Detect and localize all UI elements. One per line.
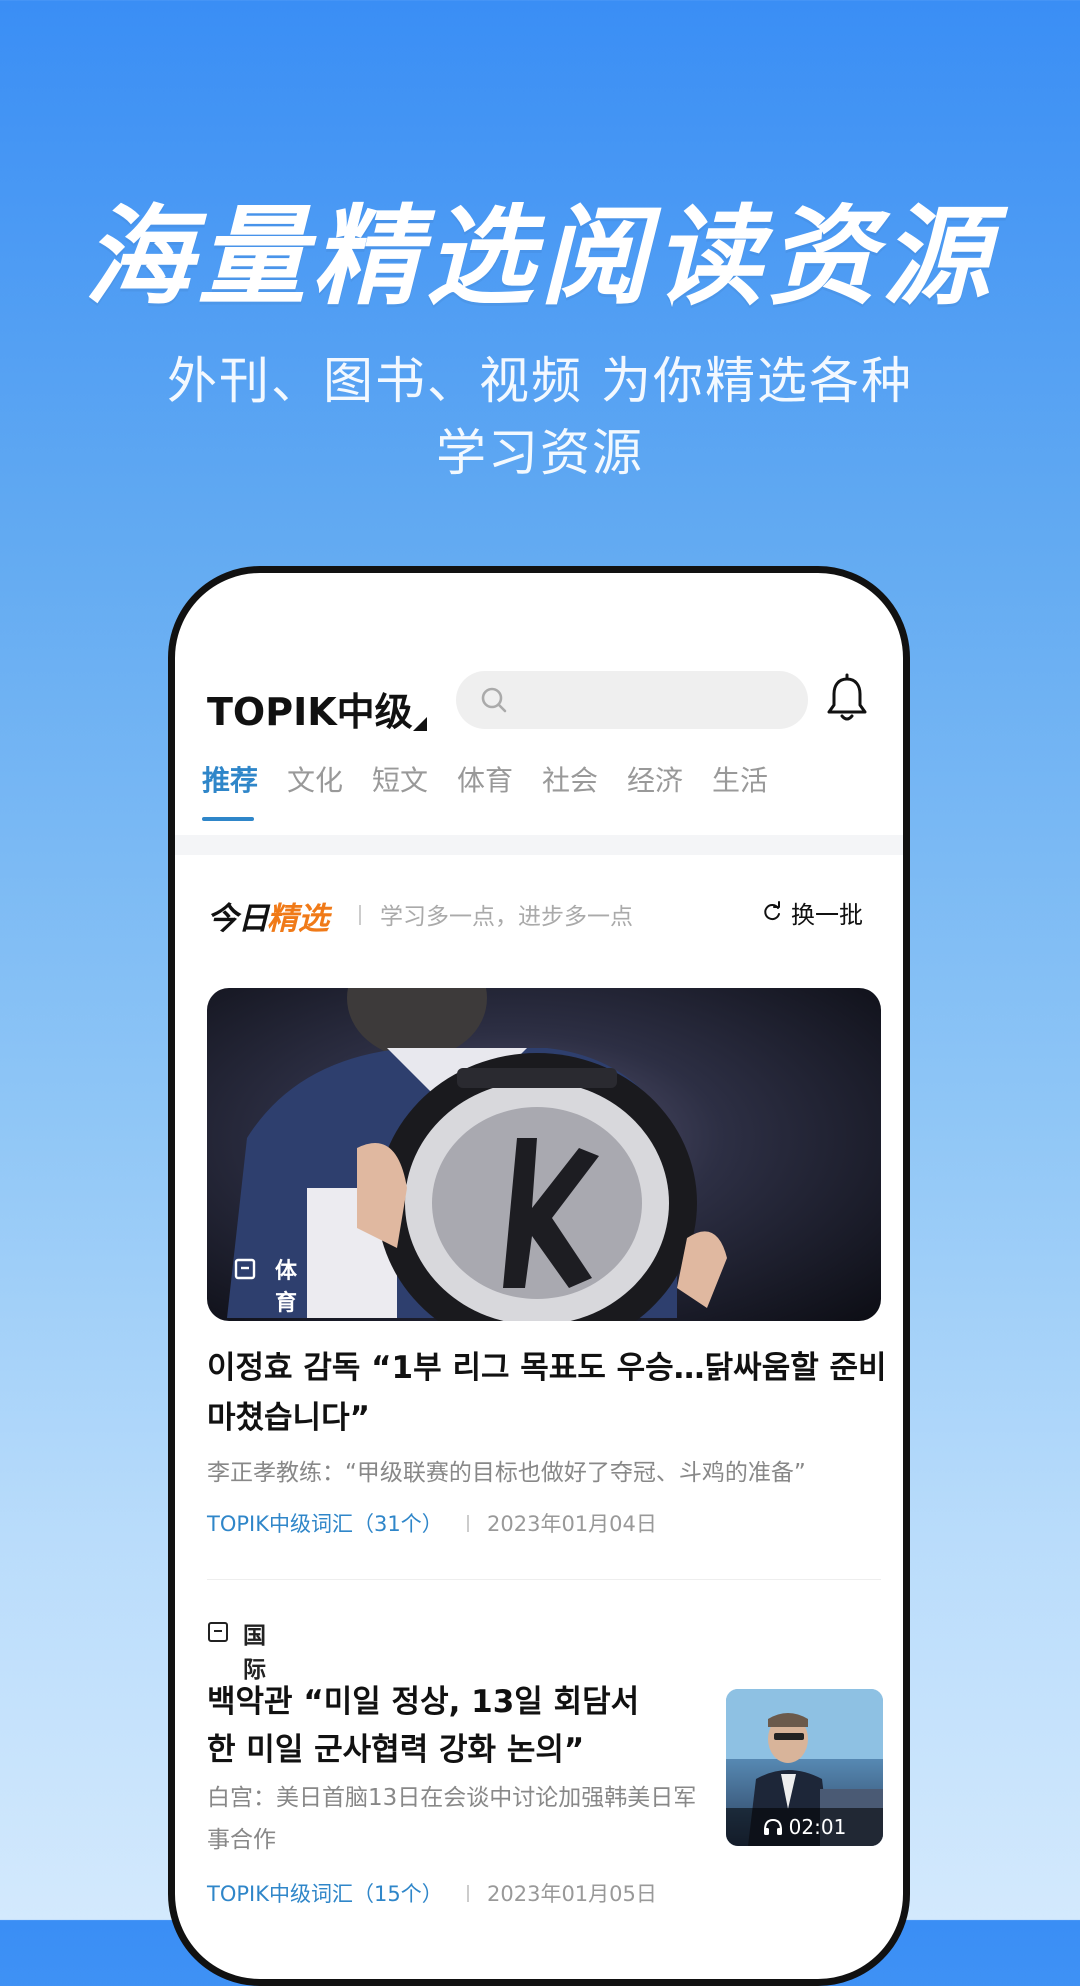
bookmark-icon <box>208 1622 228 1642</box>
picks-slogan: 学习多一点，进步多一点 <box>380 904 633 930</box>
level-selector[interactable]: TOPIK中级 <box>207 681 413 736</box>
todays-picks-header: 今日 精选 学习多一点，进步多一点 换一批 <box>175 893 903 943</box>
active-tab-indicator <box>202 817 254 821</box>
article-translation: 白宫：美日首脑13日在会谈中讨论加强韩美日军事合作 <box>207 1785 697 1853</box>
bookmark-icon <box>234 1258 256 1280</box>
video-duration-label: 02:01 <box>788 1815 847 1839</box>
vocab-count[interactable]: TOPIK中级词汇（31个） <box>207 1508 443 1538</box>
tab-recommend[interactable]: 推荐 <box>202 759 258 799</box>
vocab-count[interactable]: TOPIK中级词汇（15个） <box>207 1878 443 1908</box>
article-title[interactable]: 이정효 감독 “1부 리그 목표도 우승…닭싸움할 준비 마쳤습니다” <box>207 1343 887 1443</box>
category-label: 国际 <box>243 1623 266 1683</box>
promo-headline: 海量精选阅读资源 <box>83 195 996 320</box>
tab-culture[interactable]: 文化 <box>287 759 343 799</box>
video-thumbnail[interactable]: 02:01 <box>726 1689 883 1846</box>
section-divider <box>175 835 903 855</box>
featured-article-image[interactable]: 体育 <box>207 988 881 1321</box>
category-tabs: 推荐 文化 短文 体育 社会 经济 生活 <box>175 759 903 821</box>
picks-title-selected: 精选 <box>267 901 329 937</box>
article-title[interactable]: 백악관 “미일 정상, 13일 회담서 한 미일 군사협력 강화 논의” <box>207 1678 677 1774</box>
article-meta: TOPIK中级词汇（31个） 2023年01月04日 <box>207 1508 887 1538</box>
refresh-button[interactable]: 换一批 <box>761 895 871 931</box>
level-selector-label: TOPIK中级 <box>207 690 413 734</box>
promo-subline-line-1: 外刊、图书、视频 为你精选各种 <box>167 352 913 410</box>
bell-icon[interactable] <box>823 673 871 725</box>
promo-subline: 外刊、图书、视频 为你精选各种 学习资源 <box>0 345 1080 489</box>
list-divider <box>207 1579 881 1580</box>
article-date: 2023年01月05日 <box>487 1882 657 1906</box>
tab-life[interactable]: 生活 <box>712 759 768 799</box>
tab-economy[interactable]: 经济 <box>627 759 683 799</box>
hero-illustration <box>227 988 727 1321</box>
picks-separator <box>359 905 361 925</box>
meta-separator <box>467 1885 469 1902</box>
article-meta: TOPIK中级词汇（15个） 2023年01月05日 <box>207 1878 887 1908</box>
dropdown-caret-icon[interactable] <box>413 717 427 731</box>
refresh-label: 换一批 <box>791 901 863 929</box>
meta-separator <box>467 1515 469 1532</box>
app-header: TOPIK中级 <box>175 669 903 749</box>
tab-society[interactable]: 社会 <box>542 759 598 799</box>
phone-frame: TOPIK中级 推荐 文化 短文 体育 社会 经济 生活 今日 精选 学习多一点… <box>168 566 910 1986</box>
refresh-icon <box>764 901 780 921</box>
headphones-icon <box>763 1818 782 1835</box>
search-bar[interactable] <box>456 671 808 729</box>
picks-title-today: 今日 <box>207 901 269 937</box>
tab-sports[interactable]: 体育 <box>457 759 513 799</box>
video-duration: 02:01 <box>726 1808 883 1846</box>
promo-subline-line-2: 学习资源 <box>436 424 644 482</box>
hero-category-label: 体育 <box>275 1259 298 1316</box>
tab-short-text[interactable]: 短文 <box>372 759 428 799</box>
article-date: 2023年01月04日 <box>487 1512 657 1536</box>
search-icon <box>481 687 507 713</box>
article-translation: 李正孝教练：“甲级联赛的目标也做好了夺冠、斗鸡的准备” <box>207 1460 806 1486</box>
